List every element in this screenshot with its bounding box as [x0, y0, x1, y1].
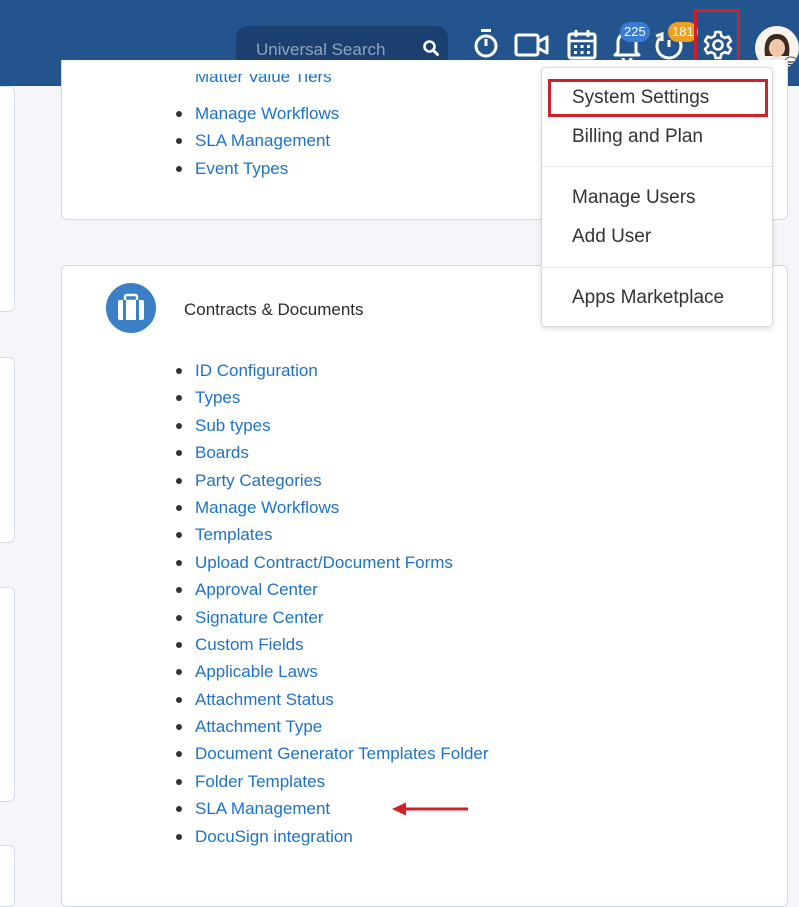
link-event-types[interactable]: Event Types	[173, 155, 339, 182]
link-folder-templates[interactable]: Folder Templates	[173, 768, 489, 795]
menu-item-add-user[interactable]: Add User	[572, 226, 651, 248]
menu-divider	[542, 166, 772, 167]
left-panel-edge	[0, 845, 15, 907]
search-icon[interactable]	[422, 39, 440, 62]
link-approval-center[interactable]: Approval Center	[173, 576, 489, 603]
link-boards[interactable]: Boards	[173, 439, 489, 466]
menu-item-billing-and-plan[interactable]: Billing and Plan	[572, 126, 703, 148]
left-panel-edge	[0, 357, 15, 543]
link-sla-management[interactable]: SLA Management	[173, 127, 339, 154]
briefcase-icon	[106, 283, 156, 333]
link-templates[interactable]: Templates	[173, 521, 489, 548]
link-attachment-status[interactable]: Attachment Status	[173, 686, 489, 713]
link-applicable-laws[interactable]: Applicable Laws	[173, 658, 489, 685]
link-attachment-type[interactable]: Attachment Type	[173, 713, 489, 740]
annotation-arrow-icon	[392, 801, 470, 822]
left-panel-edge	[0, 587, 15, 802]
link-party-categories[interactable]: Party Categories	[173, 467, 489, 494]
top-section-links: Manage Workflows SLA Management Event Ty…	[173, 100, 339, 182]
menu-item-manage-users[interactable]: Manage Users	[572, 187, 696, 209]
link-document-generator-templates-folder[interactable]: Document Generator Templates Folder	[173, 740, 489, 767]
contracts-links: ID Configuration Types Sub types Boards …	[173, 357, 489, 850]
link-custom-fields[interactable]: Custom Fields	[173, 631, 489, 658]
menu-divider	[542, 267, 772, 268]
menu-item-apps-marketplace[interactable]: Apps Marketplace	[572, 287, 724, 309]
link-upload-forms[interactable]: Upload Contract/Document Forms	[173, 549, 489, 576]
notifications-badge: 225	[620, 22, 650, 42]
system-settings-highlight-box	[548, 79, 768, 117]
link-id-configuration[interactable]: ID Configuration	[173, 357, 489, 384]
left-panel-edge	[0, 86, 15, 312]
link-types[interactable]: Types	[173, 384, 489, 411]
link-docusign-integration[interactable]: DocuSign integration	[173, 823, 489, 850]
link-partially-hidden[interactable]: Matter Value Tiers	[195, 74, 332, 86]
link-sub-types[interactable]: Sub types	[173, 412, 489, 439]
link-manage-workflows[interactable]: Manage Workflows	[173, 494, 489, 521]
link-manage-workflows[interactable]: Manage Workflows	[173, 100, 339, 127]
link-signature-center[interactable]: Signature Center	[173, 604, 489, 631]
section-title: Contracts & Documents	[184, 300, 364, 319]
